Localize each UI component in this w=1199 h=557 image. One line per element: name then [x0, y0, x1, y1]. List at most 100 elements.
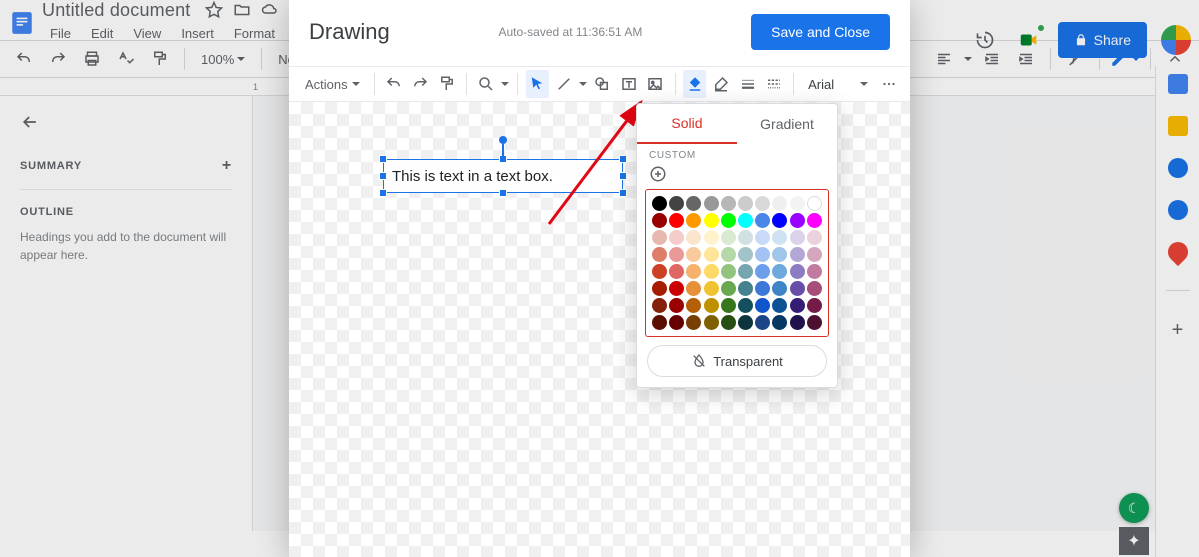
selected-textbox[interactable]: This is text in a text box. — [383, 159, 623, 193]
color-swatch[interactable] — [704, 213, 719, 228]
presence-bubble[interactable]: ☾ — [1119, 493, 1149, 523]
spellcheck-button[interactable] — [112, 45, 140, 73]
color-swatch[interactable] — [772, 247, 787, 262]
resize-handle[interactable] — [499, 155, 507, 163]
color-swatch[interactable] — [686, 315, 701, 330]
menu-insert[interactable]: Insert — [173, 22, 222, 45]
resize-handle[interactable] — [379, 155, 387, 163]
border-weight-button[interactable] — [736, 70, 759, 98]
color-swatch[interactable] — [704, 230, 719, 245]
color-swatch[interactable] — [721, 213, 736, 228]
docs-logo[interactable] — [8, 5, 36, 41]
color-swatch[interactable] — [738, 230, 753, 245]
fill-color-button[interactable] — [683, 70, 706, 98]
more-toolbar-button[interactable] — [878, 70, 901, 98]
color-swatch[interactable] — [772, 264, 787, 279]
color-swatch[interactable] — [669, 315, 684, 330]
color-swatch[interactable] — [807, 247, 822, 262]
color-swatch[interactable] — [772, 196, 787, 211]
color-swatch[interactable] — [652, 264, 667, 279]
color-swatch[interactable] — [738, 247, 753, 262]
resize-handle[interactable] — [619, 189, 627, 197]
color-swatch[interactable] — [669, 264, 684, 279]
color-swatch[interactable] — [755, 196, 770, 211]
color-swatch[interactable] — [721, 315, 736, 330]
document-title[interactable]: Untitled document — [42, 0, 190, 21]
color-swatch[interactable] — [686, 247, 701, 262]
color-swatch[interactable] — [652, 196, 667, 211]
color-swatch[interactable] — [652, 213, 667, 228]
drawing-paint-format-button[interactable] — [435, 70, 458, 98]
save-and-close-button[interactable]: Save and Close — [751, 14, 890, 50]
color-swatch[interactable] — [686, 213, 701, 228]
color-swatch[interactable] — [772, 230, 787, 245]
color-swatch[interactable] — [721, 298, 736, 313]
undo-button[interactable] — [10, 45, 38, 73]
color-swatch[interactable] — [721, 196, 736, 211]
color-swatch[interactable] — [790, 281, 805, 296]
actions-dropdown[interactable]: Actions — [299, 70, 366, 98]
add-summary-button[interactable]: + — [222, 157, 232, 175]
side-app-calendar[interactable] — [1168, 74, 1188, 94]
color-swatch[interactable] — [652, 315, 667, 330]
color-swatch[interactable] — [790, 230, 805, 245]
color-swatch[interactable] — [790, 315, 805, 330]
color-swatch[interactable] — [721, 281, 736, 296]
fill-tab-solid[interactable]: Solid — [637, 104, 737, 144]
resize-handle[interactable] — [499, 189, 507, 197]
color-swatch[interactable] — [772, 281, 787, 296]
side-app-keep[interactable] — [1168, 116, 1188, 136]
fill-tab-gradient[interactable]: Gradient — [737, 104, 837, 144]
color-swatch[interactable] — [755, 315, 770, 330]
side-app-contacts[interactable] — [1168, 200, 1188, 220]
border-dash-button[interactable] — [763, 70, 786, 98]
color-swatch[interactable] — [704, 264, 719, 279]
color-swatch[interactable] — [738, 196, 753, 211]
color-swatch[interactable] — [807, 213, 822, 228]
color-swatch[interactable] — [704, 281, 719, 296]
color-swatch[interactable] — [652, 247, 667, 262]
color-swatch[interactable] — [790, 196, 805, 211]
color-swatch[interactable] — [755, 247, 770, 262]
drawing-undo-button[interactable] — [382, 70, 405, 98]
zoom-dropdown[interactable]: 100% — [195, 45, 251, 73]
zoom-dropdown[interactable] — [475, 70, 498, 98]
menu-edit[interactable]: Edit — [83, 22, 121, 45]
align-button[interactable] — [930, 45, 958, 73]
color-swatch[interactable] — [738, 281, 753, 296]
color-swatch[interactable] — [669, 230, 684, 245]
history-icon[interactable] — [970, 25, 1000, 55]
resize-handle[interactable] — [379, 189, 387, 197]
color-swatch[interactable] — [652, 281, 667, 296]
menu-view[interactable]: View — [125, 22, 169, 45]
sidebar-back-button[interactable] — [20, 112, 232, 135]
color-swatch[interactable] — [704, 247, 719, 262]
color-swatch[interactable] — [686, 281, 701, 296]
image-tool[interactable] — [644, 70, 667, 98]
shape-tool[interactable] — [591, 70, 614, 98]
color-swatch[interactable] — [669, 213, 684, 228]
color-swatch[interactable] — [772, 315, 787, 330]
color-swatch[interactable] — [790, 247, 805, 262]
paint-format-button[interactable] — [146, 45, 174, 73]
font-family-dropdown[interactable]: Arial — [802, 72, 873, 96]
resize-handle[interactable] — [379, 172, 387, 180]
color-swatch[interactable] — [790, 213, 805, 228]
menu-file[interactable]: File — [42, 22, 79, 45]
color-swatch[interactable] — [669, 247, 684, 262]
color-swatch[interactable] — [807, 196, 822, 211]
meet-button[interactable] — [1014, 25, 1044, 55]
color-swatch[interactable] — [738, 264, 753, 279]
cloud-icon[interactable] — [261, 1, 279, 19]
star-icon[interactable] — [205, 1, 223, 19]
color-swatch[interactable] — [669, 281, 684, 296]
drawing-redo-button[interactable] — [409, 70, 432, 98]
border-color-button[interactable] — [710, 70, 733, 98]
color-swatch[interactable] — [686, 196, 701, 211]
move-icon[interactable] — [233, 1, 251, 19]
color-swatch[interactable] — [772, 298, 787, 313]
print-button[interactable] — [78, 45, 106, 73]
share-button[interactable]: Share — [1058, 22, 1147, 58]
redo-button[interactable] — [44, 45, 72, 73]
color-swatch[interactable] — [738, 298, 753, 313]
